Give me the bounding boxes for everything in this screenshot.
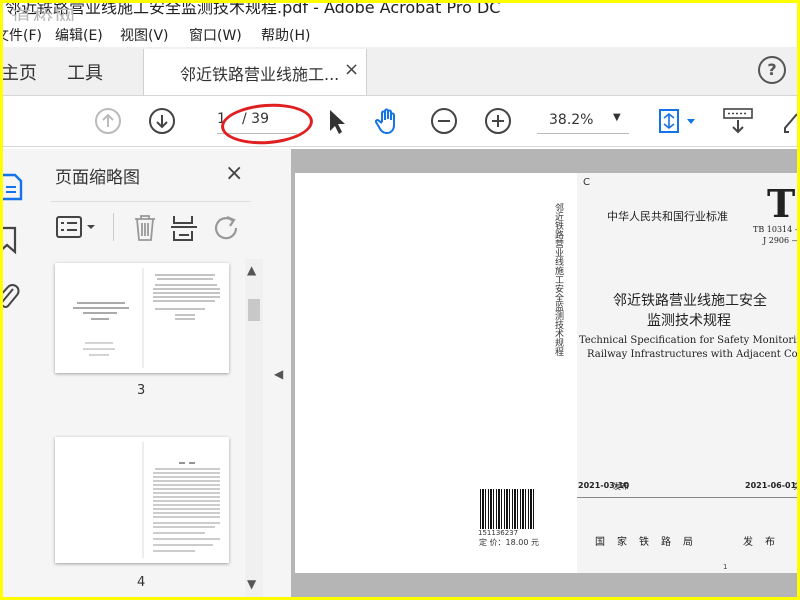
thumbnails-panel: 页面缩略图 × 3 4 ▲ ▼ [37,149,265,597]
window-title: 邻近铁路营业线施工安全监测技术规程.pdf - Adobe Acrobat Pr… [5,3,501,17]
pdf-page: 邻近铁路营业线施工安全监测技术规程 151136237 定 价：18.00 元 … [295,173,797,573]
barcode-number: 151136237 [478,529,519,537]
title-cn-line2: 监测技术规程 [647,313,731,329]
zoom-select[interactable]: 38.2% ▼ [537,109,629,134]
document-view[interactable]: 邻近铁路营业线施工安全监测技术规程 151136237 定 价：18.00 元 … [291,149,797,597]
spine-text: 邻近铁路营业线施工安全监测技术规程 [553,203,563,356]
scrollbar-thumb[interactable] [248,299,260,321]
issue-label: 发布 [613,482,629,491]
menu-file[interactable]: 文件(F) [3,25,42,45]
zoom-in-icon[interactable] [483,106,513,136]
bookmark-icon[interactable] [3,225,21,255]
select-arrow-icon[interactable] [321,106,351,136]
attachment-icon[interactable] [3,283,21,313]
panel-scrollbar[interactable]: ▲ ▼ [245,259,263,597]
watermark: 道桥网 [11,5,77,21]
menu-view[interactable]: 视图(V) [120,25,169,45]
page-thumbnails-icon[interactable] [3,171,25,203]
menu-help[interactable]: 帮助(H) [261,25,310,45]
app-window: 邻近铁路营业线施工安全监测技术规程.pdf - Adobe Acrobat Pr… [3,3,797,597]
title-bar: 邻近铁路营业线施工安全监测技术规程.pdf - Adobe Acrobat Pr… [3,3,797,21]
issuing-bureau: 国家铁路局 [595,537,705,548]
help-icon[interactable]: ? [758,56,786,84]
menu-window[interactable]: 窗口(W) [189,25,242,45]
close-icon[interactable]: × [225,161,243,186]
scroll-up-icon[interactable]: ▲ [247,263,256,277]
panel-toolbar [51,207,261,247]
zoom-value: 38.2% [549,112,594,128]
next-page-icon[interactable] [147,106,177,136]
thumbnail-page-3-preview [73,268,220,368]
cover-corner-text: C [583,177,590,188]
fit-page-icon[interactable] [655,106,701,136]
page-number: 1 [723,563,728,571]
tab-bar: 主页 工具 邻近铁路营业线施工... × ? [3,47,797,96]
page-thumbnail[interactable] [55,437,229,563]
chevron-down-icon[interactable]: ▼ [613,112,621,123]
title-en-line1: Technical Specification for Safety Monit… [579,335,797,346]
toolbar: 1 / 39 38.2% ▼ [3,96,797,147]
tb-logo: TB [767,181,797,226]
menu-edit[interactable]: 编辑(E) [55,25,103,45]
implementation-label: 实 [793,481,797,492]
panel-title: 页面缩略图 [55,168,140,188]
menu-bar: 文件(F) 编辑(E) 视图(V) 窗口(W) 帮助(H) [3,21,797,47]
scroll-down-icon[interactable]: ▼ [247,577,256,591]
thumbnail-page-4-preview [142,442,220,558]
keyboard-scroll-icon[interactable] [721,106,755,136]
tab-home[interactable]: 主页 [3,59,37,85]
tab-tools[interactable]: 工具 [67,59,103,85]
thumbnail-page-label: 4 [137,575,146,590]
hand-tool-icon[interactable] [373,106,403,136]
divider [51,201,251,202]
zoom-out-icon[interactable] [429,106,459,136]
tab-close-icon[interactable]: × [344,59,359,80]
previous-page-icon[interactable] [93,106,123,136]
standard-number: TB 10314 — 2 [753,225,797,234]
delete-page-icon[interactable] [131,213,159,243]
publish-label: 发布 [743,537,787,548]
divider [577,497,797,498]
thumbnail-list: 3 4 [37,259,245,597]
title-en-line2: Railway Infrastructures with Adjacent Co… [587,349,797,360]
rotate-page-icon[interactable] [211,213,241,243]
record-number: J 2906 — 2 [763,236,797,245]
barcode [480,489,536,529]
price-label: 定 价：18.00 元 [479,538,539,547]
tab-document-label: 邻近铁路营业线施工... [180,65,340,84]
tab-document[interactable]: 邻近铁路营业线施工... × [143,49,367,95]
title-cn-line1: 邻近铁路营业线施工安全 [613,293,767,309]
pen-icon[interactable] [783,106,797,136]
panel-collapse-handle[interactable]: ◀ [265,149,292,597]
standard-label: 中华人民共和国行业标准 [607,210,728,223]
collapse-arrow-icon[interactable]: ◀ [274,367,283,381]
thumbnail-page-label: 3 [137,383,146,398]
thumbnail-options-icon[interactable] [55,215,99,241]
extract-page-icon[interactable] [169,213,199,243]
page-thumbnail[interactable] [55,263,229,373]
left-icon-rail [3,149,38,597]
divider [113,213,114,241]
implementation-date: 2021-06-01 [745,481,797,490]
